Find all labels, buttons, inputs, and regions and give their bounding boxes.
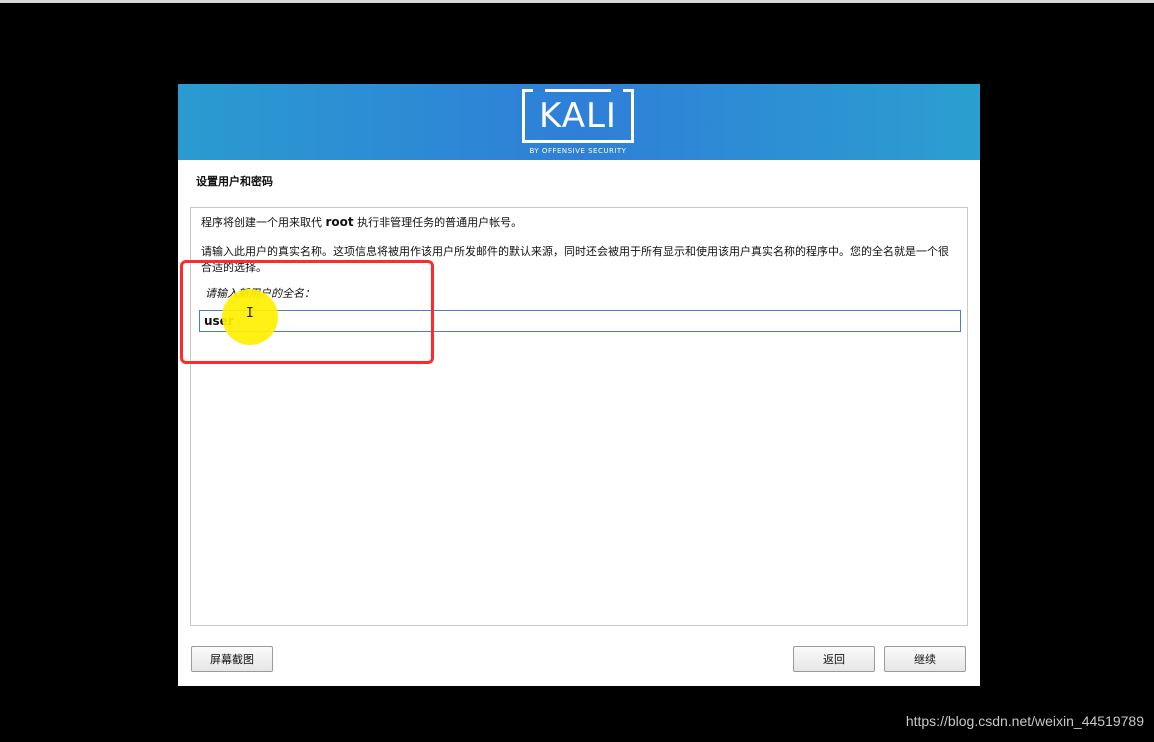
kali-banner: KALI BY OFFENSIVE SECURITY — [178, 84, 980, 160]
top-strip — [0, 0, 1154, 3]
kali-logo: KALI — [522, 89, 634, 143]
back-button[interactable]: 返回 — [793, 646, 875, 672]
step-title: 设置用户和密码 — [196, 175, 273, 188]
installer-window: KALI BY OFFENSIVE SECURITY 设置用户和密码 程序将创建… — [178, 84, 980, 686]
watermark: https://blog.csdn.net/weixin_44519789 — [905, 713, 1144, 729]
annotation-box — [180, 260, 434, 364]
logo-text: KALI — [539, 96, 617, 136]
screenshot-button[interactable]: 屏幕截图 — [191, 646, 273, 672]
intro-text: 程序将创建一个用来取代 root 执行非管理任务的普通用户帐号。 — [201, 214, 959, 231]
logo-notch — [533, 89, 545, 92]
continue-button[interactable]: 继续 — [884, 646, 966, 672]
logo-subtitle: BY OFFENSIVE SECURITY — [529, 147, 627, 155]
intro-after: 执行非管理任务的普通用户帐号。 — [357, 216, 523, 229]
intro-root: root — [325, 215, 354, 229]
logo-notch — [611, 89, 623, 92]
intro-before: 程序将创建一个用来取代 — [201, 216, 322, 229]
